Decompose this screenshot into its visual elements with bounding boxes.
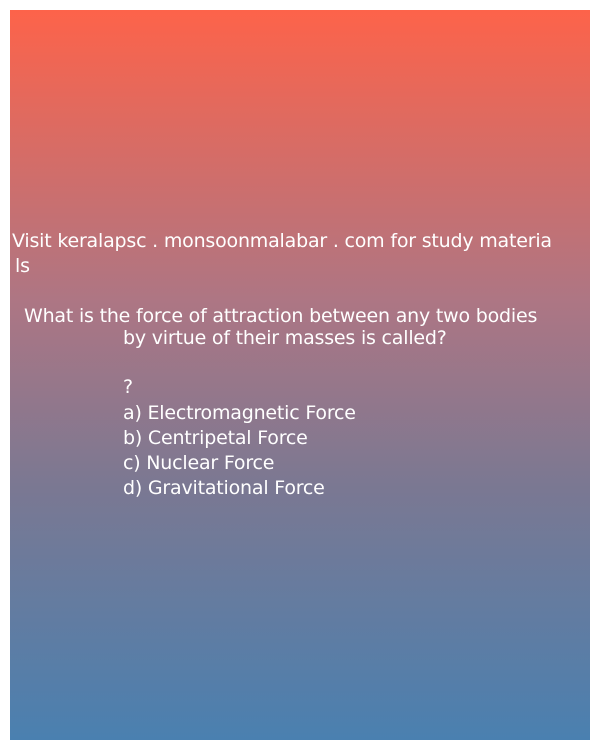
question-mark: ? — [123, 376, 133, 398]
promo-text-line1: Visit keralapsc . monsoonmalabar . com f… — [12, 230, 552, 252]
option-a: a) Electromagnetic Force — [123, 402, 356, 424]
quiz-card: Visit keralapsc . monsoonmalabar . com f… — [10, 10, 590, 740]
option-b: b) Centripetal Force — [123, 427, 308, 449]
question-text-line2: by virtue of their masses is called? — [123, 327, 447, 349]
option-d: d) Gravitational Force — [123, 477, 325, 499]
option-c: c) Nuclear Force — [123, 452, 275, 474]
promo-text-line2: ls — [15, 255, 30, 277]
